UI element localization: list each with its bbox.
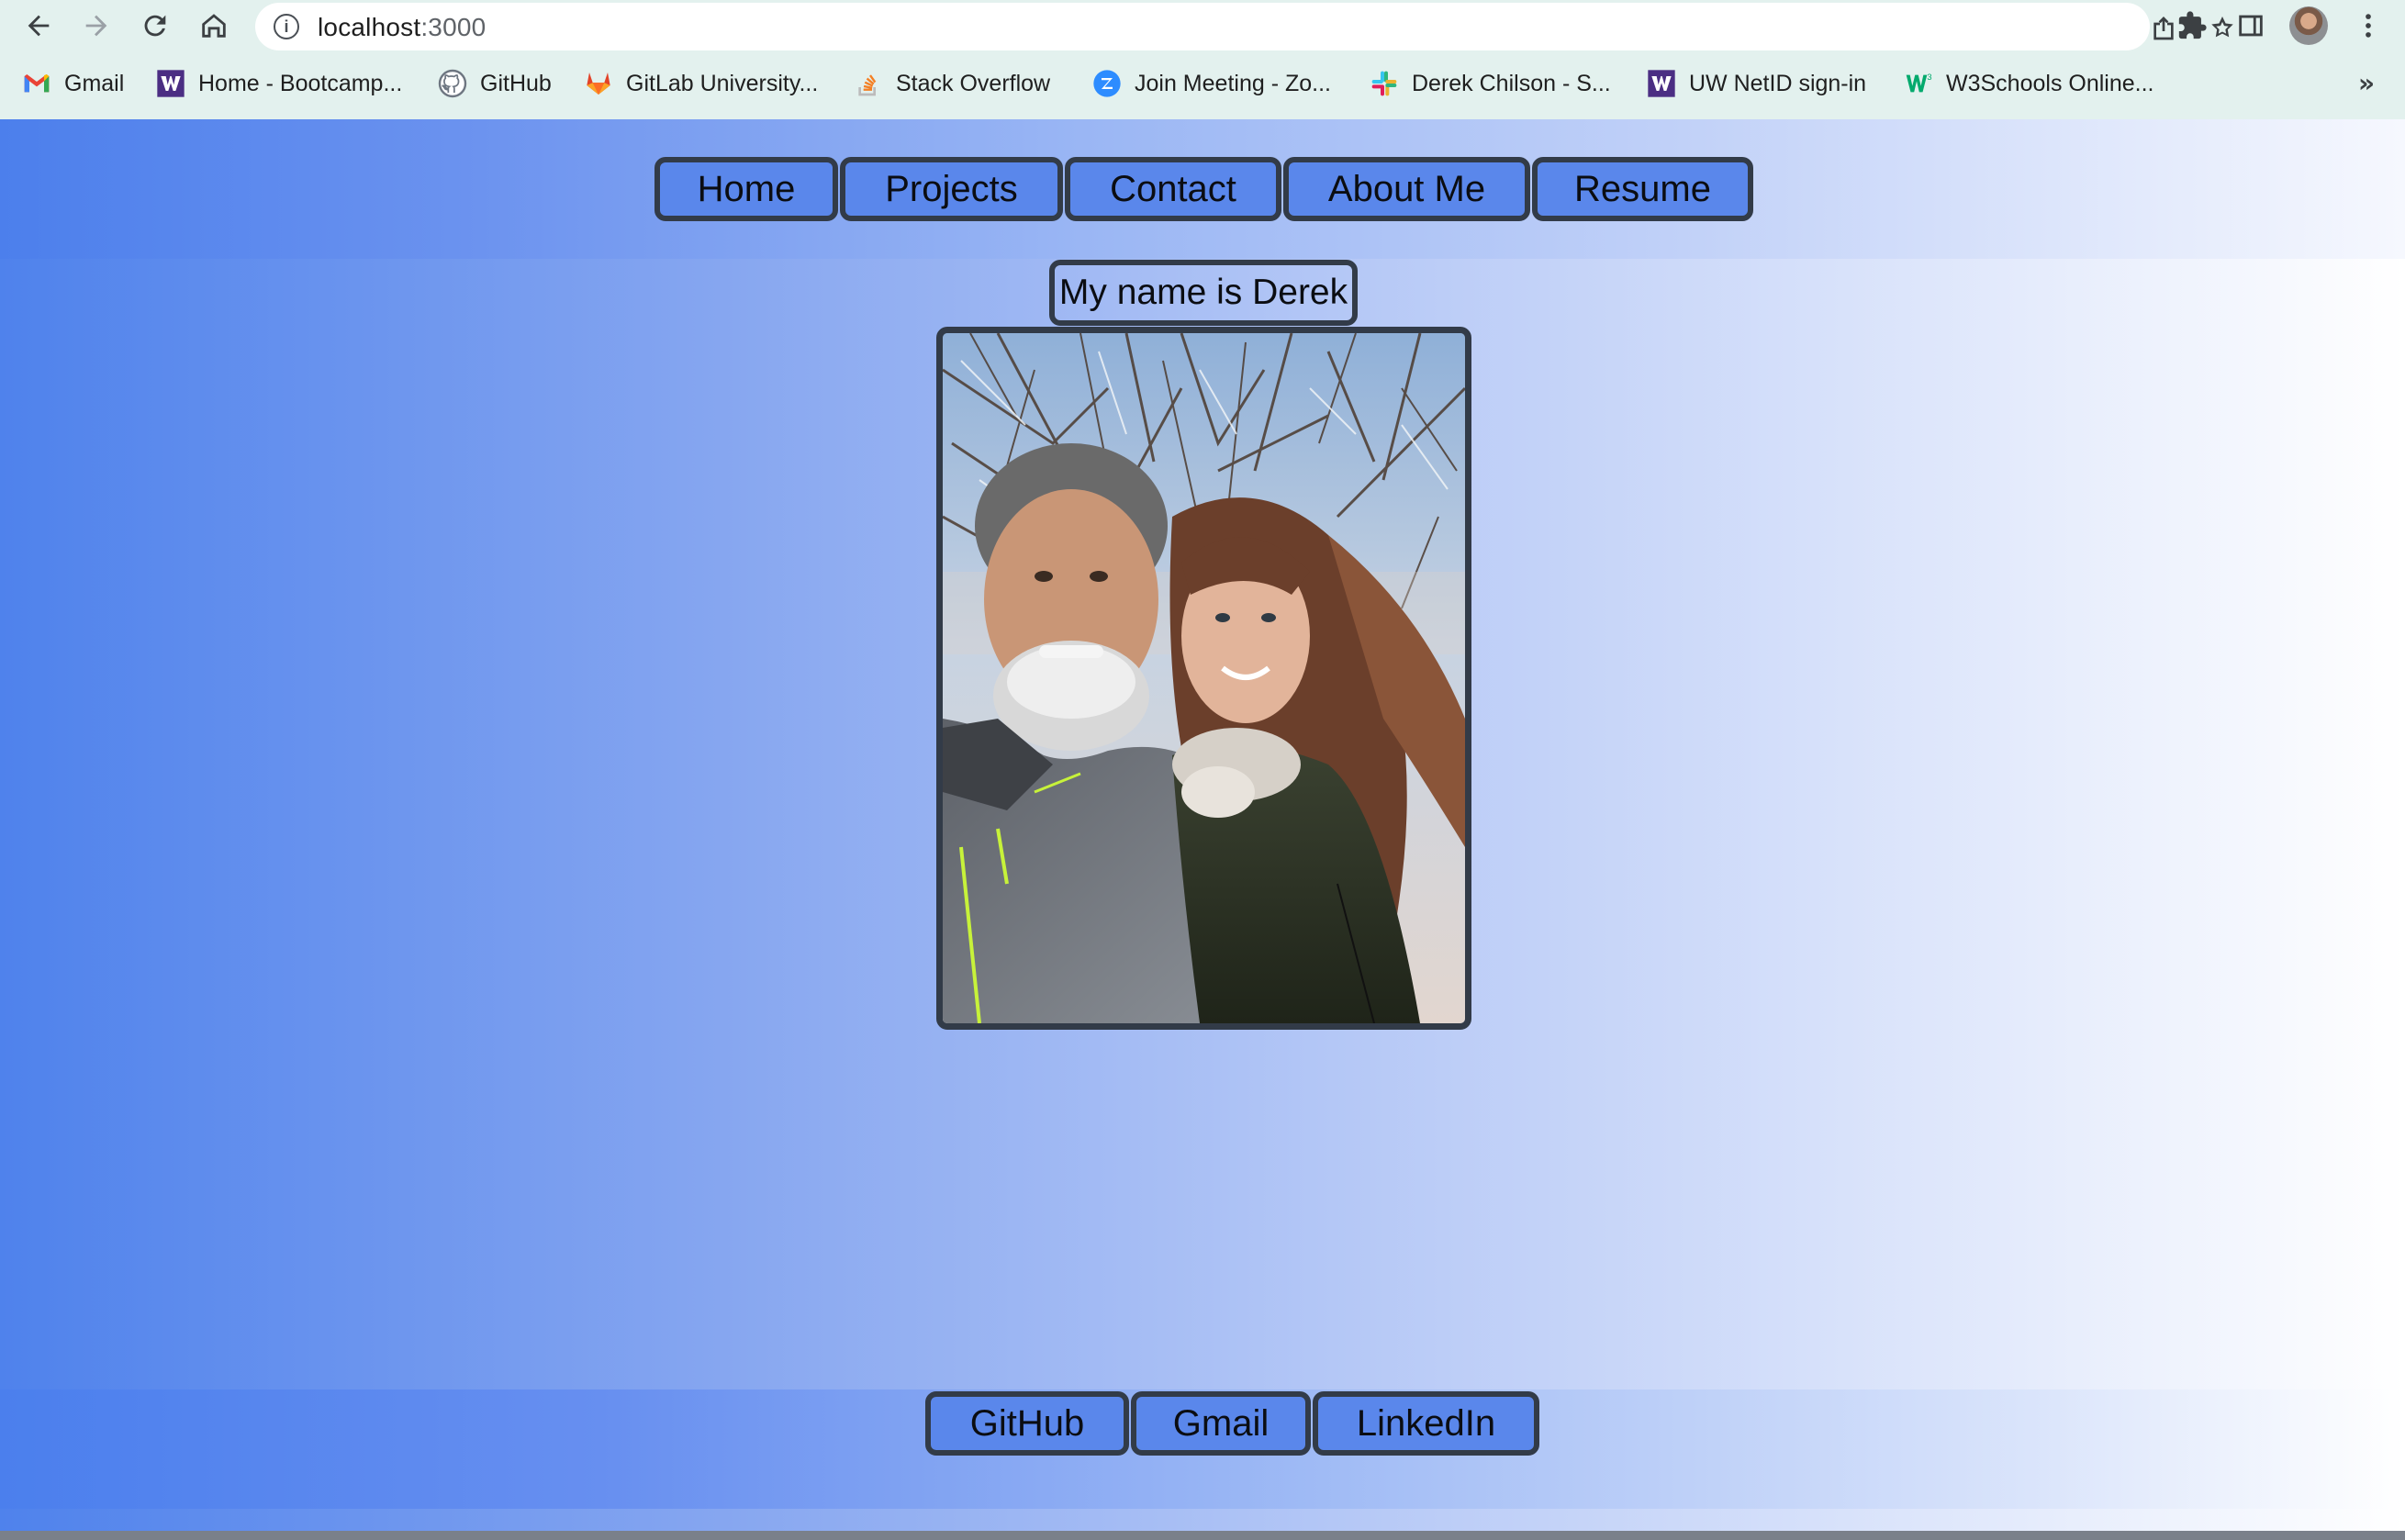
page-body: Home Projects Contact About Me Resume My… bbox=[0, 119, 2405, 1540]
puzzle-icon bbox=[2178, 11, 2207, 39]
profile-avatar[interactable] bbox=[2289, 6, 2328, 45]
side-panel-icon bbox=[2239, 15, 2263, 37]
nav-resume-button[interactable]: Resume bbox=[1532, 157, 1753, 221]
bookmark-bootcamp[interactable]: Home - Bootcamp... bbox=[156, 66, 402, 101]
bookmark-gmail[interactable]: Gmail bbox=[22, 66, 124, 101]
back-button[interactable] bbox=[18, 6, 59, 46]
profile-photo bbox=[936, 327, 1471, 1030]
bookmark-gitlab[interactable]: GitLab University... bbox=[584, 66, 818, 101]
reload-icon bbox=[144, 15, 166, 37]
bookmark-label: GitHub bbox=[480, 70, 552, 96]
home-icon bbox=[202, 14, 226, 38]
uw-w-icon bbox=[1647, 69, 1676, 98]
home-button[interactable] bbox=[194, 6, 234, 46]
bookmark-label: Derek Chilson - S... bbox=[1412, 70, 1611, 96]
profile-photo-image bbox=[943, 333, 1465, 1023]
bookmark-stack-overflow[interactable]: Stack Overflow bbox=[854, 66, 1050, 101]
footer-linkedin-link[interactable]: LinkedIn bbox=[1313, 1391, 1539, 1456]
bookmark-label: W3Schools Online... bbox=[1946, 70, 2154, 96]
slack-icon bbox=[1370, 69, 1399, 98]
footer: GitHub Gmail LinkedIn bbox=[0, 1389, 2405, 1509]
bookmarks-bar: Gmail Home - Bootcamp... GitHub GitLab U… bbox=[0, 61, 2405, 106]
browser-toolbar: i localhost:3000 Gmail Home - Bootcamp..… bbox=[0, 0, 2405, 119]
nav-about-me-button[interactable]: About Me bbox=[1283, 157, 1530, 221]
bookmark-w3schools[interactable]: 3 W3Schools Online... bbox=[1904, 66, 2154, 101]
zoom-icon bbox=[1092, 69, 1122, 98]
nav-projects-button[interactable]: Projects bbox=[840, 157, 1063, 221]
top-navigation: Home Projects Contact About Me Resume bbox=[0, 119, 2405, 259]
footer-gmail-link[interactable]: Gmail bbox=[1131, 1391, 1311, 1456]
nav-home-button[interactable]: Home bbox=[654, 157, 838, 221]
bookmark-label: Gmail bbox=[64, 70, 125, 96]
more-bookmarks-button[interactable]: » bbox=[2350, 71, 2383, 99]
gitlab-icon bbox=[584, 69, 613, 98]
kebab-menu-icon bbox=[2366, 14, 2371, 38]
side-panel-button[interactable] bbox=[2232, 7, 2269, 44]
bookmark-label: Join Meeting - Zo... bbox=[1135, 70, 1331, 96]
bookmark-uw-netid[interactable]: UW NetID sign-in bbox=[1647, 66, 1866, 101]
w3schools-icon: 3 bbox=[1904, 69, 1933, 98]
footer-github-link[interactable]: GitHub bbox=[925, 1391, 1129, 1456]
bookmark-github[interactable]: GitHub bbox=[438, 66, 552, 101]
back-arrow-icon bbox=[28, 15, 50, 37]
stackoverflow-icon bbox=[854, 69, 883, 98]
forward-arrow-icon bbox=[85, 15, 107, 37]
forward-button[interactable] bbox=[76, 6, 117, 46]
svg-text:3: 3 bbox=[1927, 73, 1931, 82]
site-info-icon[interactable]: i bbox=[274, 14, 299, 39]
github-icon bbox=[438, 69, 467, 98]
name-heading: My name is Derek bbox=[1049, 260, 1358, 326]
url-host: localhost bbox=[318, 13, 421, 41]
bookmark-label: Home - Bootcamp... bbox=[198, 70, 403, 96]
url-text[interactable]: localhost:3000 bbox=[318, 13, 486, 42]
gmail-icon bbox=[22, 69, 51, 98]
bookmark-label: UW NetID sign-in bbox=[1689, 70, 1867, 96]
reload-button[interactable] bbox=[135, 6, 175, 46]
uw-w-icon bbox=[156, 69, 185, 98]
address-bar[interactable]: i localhost:3000 bbox=[255, 3, 2233, 50]
bookmark-slack[interactable]: Derek Chilson - S... bbox=[1370, 66, 1611, 101]
bookmark-label: GitLab University... bbox=[626, 70, 819, 96]
browser-menu-button[interactable] bbox=[2350, 7, 2387, 44]
bottom-edge bbox=[0, 1531, 2405, 1540]
url-port: :3000 bbox=[420, 13, 487, 41]
bookmark-label: Stack Overflow bbox=[896, 70, 1051, 96]
extensions-button[interactable] bbox=[2174, 7, 2210, 44]
nav-contact-button[interactable]: Contact bbox=[1065, 157, 1281, 221]
bookmark-zoom[interactable]: Join Meeting - Zo... bbox=[1092, 66, 1331, 101]
